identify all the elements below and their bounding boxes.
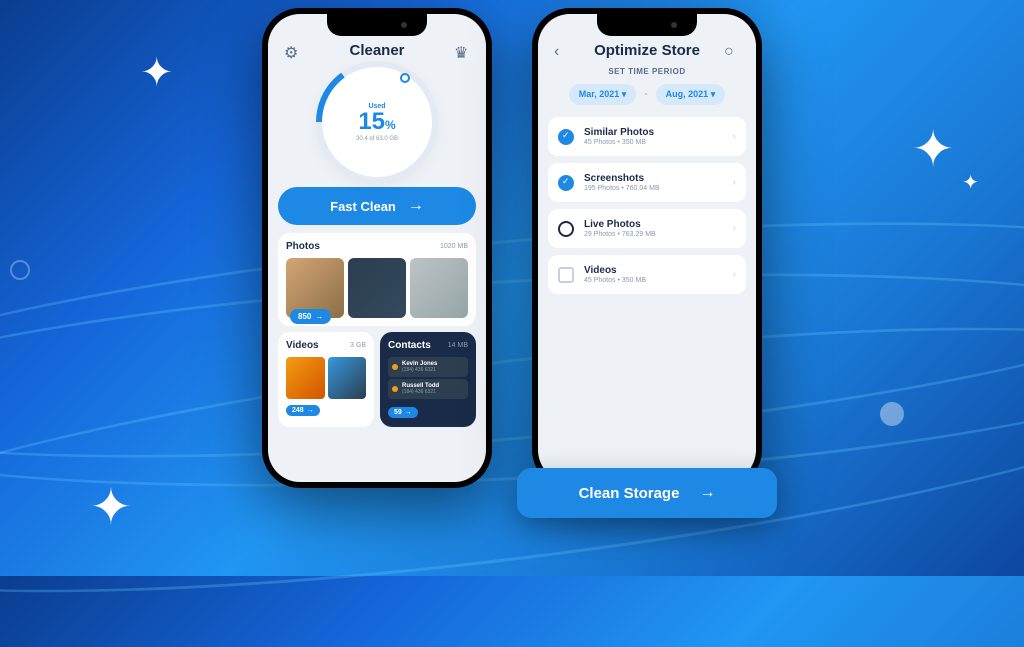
date-from-chip[interactable]: Mar, 2021 ▾ <box>569 84 637 105</box>
videos-count-badge[interactable]: 248 → <box>286 405 320 416</box>
settings-icon[interactable]: ⚙ <box>284 43 300 59</box>
clean-storage-button[interactable]: Clean Storage→ <box>517 468 777 518</box>
fast-clean-button[interactable]: Fast Clean→ <box>278 187 476 225</box>
phone-optimize: ‹ Optimize Store ○ SET TIME PERIOD Mar, … <box>532 8 762 488</box>
checkbox-icon[interactable] <box>558 129 574 145</box>
circle-icon[interactable]: ○ <box>724 43 740 59</box>
chevron-right-icon: › <box>733 223 736 234</box>
checkbox-icon[interactable] <box>558 267 574 283</box>
app-title: Cleaner <box>349 42 404 59</box>
contact-item: Kevin Jones(184) 436 6321 <box>388 357 468 377</box>
date-range: Mar, 2021 ▾ - Aug, 2021 ▾ <box>548 84 746 105</box>
contact-item: Russell Todd(184) 436 6321 <box>388 379 468 399</box>
back-icon[interactable]: ‹ <box>554 43 570 59</box>
page-title: Optimize Store <box>594 42 700 59</box>
photos-count-badge[interactable]: 850 → <box>290 309 331 324</box>
date-to-chip[interactable]: Aug, 2021 ▾ <box>656 84 726 105</box>
video-thumb <box>328 357 367 399</box>
header: ⚙ Cleaner ♛ <box>278 42 476 59</box>
arrow-right-icon: → <box>699 484 715 502</box>
storage-gauge: Used 15% 30.4 of 63.0 GB <box>322 67 432 177</box>
chevron-right-icon: › <box>733 177 736 188</box>
checkbox-icon[interactable] <box>558 175 574 191</box>
arrow-right-icon: → <box>408 197 424 215</box>
header: ‹ Optimize Store ○ <box>548 42 746 59</box>
photo-thumb <box>410 258 468 318</box>
phone-cleaner: ⚙ Cleaner ♛ Used 15% 30.4 of 63.0 GB Fas… <box>262 8 492 488</box>
contacts-card[interactable]: Contacts 14 MB Kevin Jones(184) 436 6321… <box>380 332 476 427</box>
section-label: SET TIME PERIOD <box>548 67 746 76</box>
contacts-count-badge[interactable]: 59 → <box>388 407 418 418</box>
video-thumb <box>286 357 325 399</box>
option-live-photos[interactable]: Live Photos29 Photos • 763.29 MB › <box>548 209 746 248</box>
chevron-right-icon: › <box>733 269 736 280</box>
premium-icon[interactable]: ♛ <box>454 43 470 59</box>
option-videos[interactable]: Videos45 Photos • 350 MB › <box>548 255 746 294</box>
photos-card[interactable]: Photos 1020 MB 850 → <box>278 233 476 326</box>
photo-thumb <box>348 258 406 318</box>
chevron-right-icon: › <box>733 131 736 142</box>
videos-card[interactable]: Videos 3 GB 248 → <box>278 332 374 427</box>
checkbox-icon[interactable] <box>558 221 574 237</box>
option-screenshots[interactable]: Screenshots195 Photos • 760.04 MB › <box>548 163 746 202</box>
option-similar-photos[interactable]: Similar Photos45 Photos • 350 MB › <box>548 117 746 156</box>
